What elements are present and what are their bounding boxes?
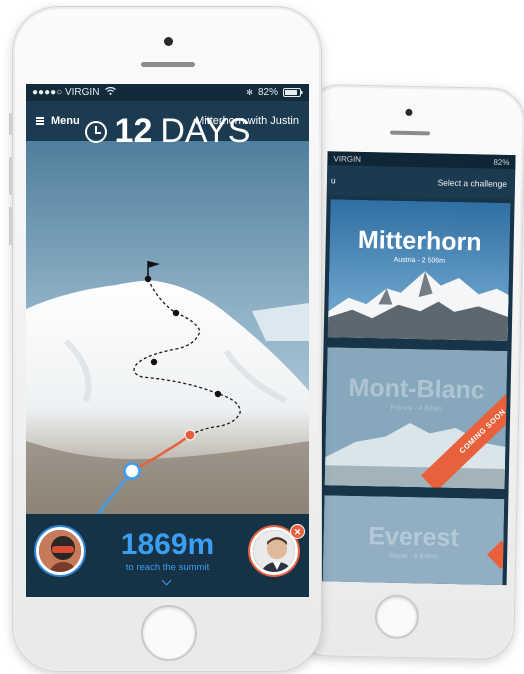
- battery-label: 82%: [493, 157, 510, 167]
- carrier-label: ●●●●○ VIRGIN: [32, 86, 117, 98]
- back-phone: VIRGIN 82% u Select a challenge Mitterho…: [294, 83, 524, 661]
- battery-label: 82%: [257, 87, 278, 98]
- mute-switch: [9, 113, 12, 135]
- challenge-title: Everest: [368, 522, 459, 553]
- front-camera: [164, 37, 173, 46]
- waypoint: [144, 275, 152, 283]
- challenge-card-mitterhorn[interactable]: Mitterhorn Austria - 2 506m: [327, 199, 511, 342]
- user-position-marker[interactable]: [123, 462, 141, 480]
- challenge-card-everest[interactable]: Everest Nepal - 8 848m: [321, 495, 505, 586]
- bottom-panel: 1869m to reach the summit ✕: [26, 514, 309, 597]
- notification-badge[interactable]: ✕: [290, 524, 305, 539]
- menu-button[interactable]: u: [331, 175, 336, 185]
- challenge-subtitle: Nepal - 8 848m: [389, 552, 438, 561]
- challenge-title: Mont-Blanc: [348, 373, 485, 405]
- front-camera: [405, 108, 413, 116]
- home-button[interactable]: [141, 605, 197, 661]
- bluetooth-icon: ✻: [246, 88, 253, 97]
- climb-progress-screen: ●●●●○ VIRGIN ✻ 82% Menu Mitterhorn with …: [26, 84, 309, 597]
- countdown-unit: DAYS: [160, 112, 251, 150]
- clock-icon: [84, 120, 107, 143]
- waypoint: [150, 358, 158, 366]
- countdown-number: 12: [114, 112, 153, 150]
- nav-bar: u Select a challenge: [326, 165, 516, 200]
- battery-group: ✻ 82%: [246, 87, 303, 98]
- home-button[interactable]: [374, 594, 420, 640]
- waypoint: [172, 309, 180, 317]
- everest-image: [321, 495, 505, 586]
- status-bar: ●●●●○ VIRGIN ✻ 82%: [26, 84, 309, 101]
- challenge-card-mont-blanc[interactable]: Mont-Blanc France - 4 809m COMING SOON: [324, 347, 508, 490]
- challenge-subtitle: France - 4 809m: [390, 404, 442, 413]
- mountain-map: [26, 141, 309, 514]
- ribbon-corner: [487, 540, 505, 570]
- countdown: 12 DAYS: [26, 112, 309, 151]
- carrier-label: VIRGIN: [333, 153, 362, 164]
- volume-down-button: [9, 207, 12, 245]
- waypoint: [214, 390, 222, 398]
- mitterhorn-image: [327, 199, 511, 342]
- battery-icon: [283, 88, 303, 97]
- friend-position-marker[interactable]: [184, 429, 196, 441]
- front-phone: ●●●●○ VIRGIN ✻ 82% Menu Mitterhorn with …: [9, 6, 322, 672]
- coming-soon-ribbon: COMING SOON: [421, 371, 508, 490]
- challenge-title: Mitterhorn: [357, 225, 482, 257]
- wifi-icon: [105, 86, 117, 95]
- chevron-down-icon[interactable]: [161, 575, 172, 586]
- earpiece-speaker: [389, 130, 431, 136]
- volume-up-button: [9, 157, 12, 195]
- earpiece-speaker: [141, 62, 195, 67]
- nav-title: Select a challenge: [437, 177, 508, 189]
- challenge-list-screen: VIRGIN 82% u Select a challenge Mitterho…: [318, 151, 516, 586]
